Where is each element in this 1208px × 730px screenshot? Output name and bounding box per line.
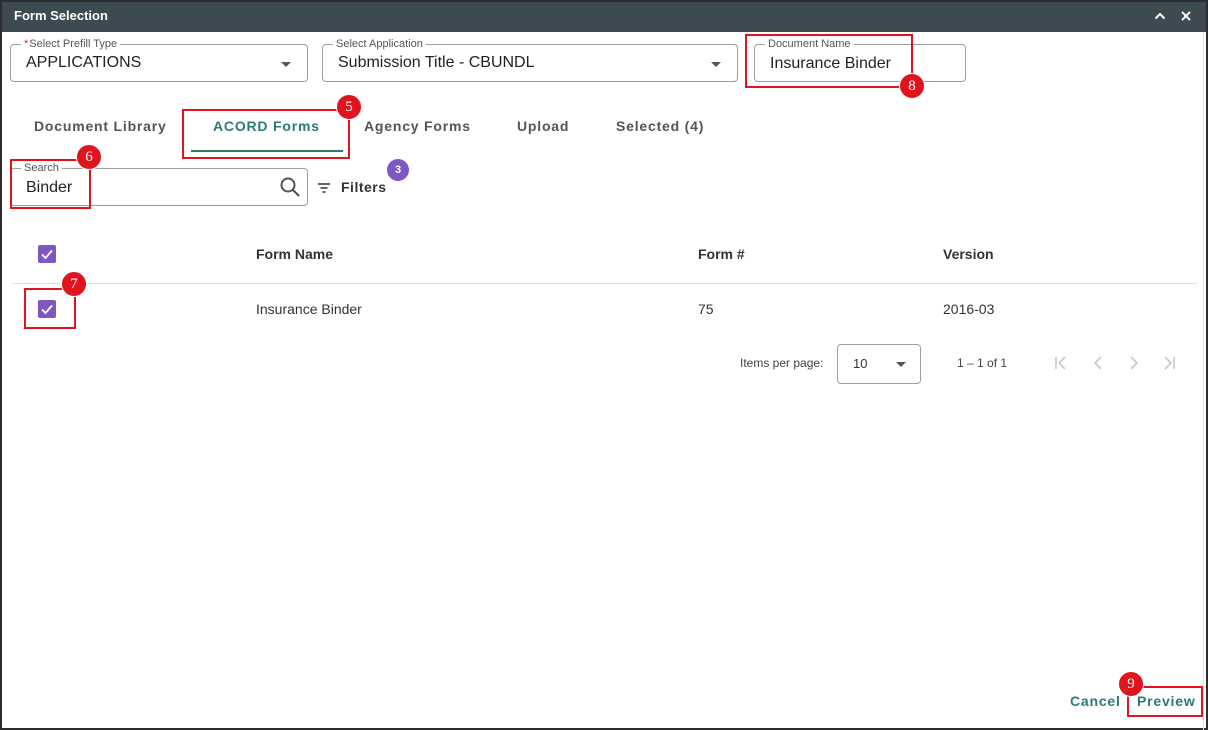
annotation-number: 9 bbox=[1118, 671, 1144, 697]
annotation-box bbox=[182, 109, 350, 159]
cell-version: 2016-03 bbox=[943, 301, 995, 317]
application-value: Submission Title - CBUNDL bbox=[338, 54, 535, 71]
prefill-type-label: *Select Prefill Type bbox=[21, 38, 121, 50]
application-label: Select Application bbox=[333, 38, 426, 50]
items-per-page-label: Items per page: bbox=[740, 356, 824, 370]
chevron-up-icon[interactable] bbox=[1152, 8, 1168, 24]
last-page-icon[interactable] bbox=[1160, 354, 1178, 372]
required-mark: * bbox=[24, 38, 29, 50]
cell-form-number: 75 bbox=[698, 301, 714, 317]
annotation-box bbox=[745, 34, 913, 88]
cancel-button[interactable]: Cancel bbox=[1070, 693, 1121, 709]
items-per-page-select[interactable]: 10 bbox=[837, 344, 921, 384]
row-divider bbox=[12, 283, 1197, 284]
column-header-form-number[interactable]: Form # bbox=[698, 246, 745, 262]
dialog-title: Form Selection bbox=[14, 8, 108, 23]
dropdown-arrow-icon bbox=[711, 62, 721, 67]
annotation-number: 8 bbox=[899, 73, 925, 99]
previous-page-icon[interactable] bbox=[1089, 354, 1107, 372]
tab-document-library[interactable]: Document Library bbox=[34, 118, 167, 134]
prefill-type-value: APPLICATIONS bbox=[26, 54, 142, 71]
content-edge-divider bbox=[1203, 32, 1204, 730]
filters-label: Filters bbox=[341, 179, 387, 195]
column-header-version[interactable]: Version bbox=[943, 246, 994, 262]
annotation-box bbox=[10, 159, 91, 209]
select-all-checkbox[interactable] bbox=[38, 245, 56, 263]
annotation-number: 5 bbox=[336, 94, 362, 120]
next-page-icon[interactable] bbox=[1125, 354, 1143, 372]
filter-count-badge: 3 bbox=[387, 159, 409, 181]
pagination-range: 1 – 1 of 1 bbox=[957, 356, 1008, 370]
search-icon[interactable] bbox=[279, 176, 301, 198]
prefill-type-label-text: Select Prefill Type bbox=[29, 38, 118, 50]
prefill-type-select[interactable]: *Select Prefill Type APPLICATIONS bbox=[10, 38, 308, 82]
tab-agency-forms[interactable]: Agency Forms bbox=[364, 118, 471, 134]
dropdown-arrow-icon bbox=[281, 62, 291, 67]
annotation-number: 7 bbox=[61, 271, 87, 297]
application-select[interactable]: Select Application Submission Title - CB… bbox=[322, 38, 738, 82]
form-selection-dialog: Form Selection *Select Prefill Type APPL… bbox=[0, 0, 1208, 730]
tab-selected[interactable]: Selected (4) bbox=[616, 118, 704, 134]
close-icon[interactable] bbox=[1178, 8, 1194, 24]
first-page-icon[interactable] bbox=[1052, 354, 1070, 372]
dialog-titlebar: Form Selection bbox=[2, 2, 1206, 32]
column-header-form-name[interactable]: Form Name bbox=[256, 246, 333, 262]
items-per-page-value: 10 bbox=[853, 356, 868, 371]
dropdown-arrow-icon bbox=[896, 362, 906, 367]
filter-icon bbox=[317, 181, 331, 193]
cell-form-name: Insurance Binder bbox=[256, 301, 362, 317]
annotation-number: 6 bbox=[76, 144, 102, 170]
tab-upload[interactable]: Upload bbox=[517, 118, 569, 134]
